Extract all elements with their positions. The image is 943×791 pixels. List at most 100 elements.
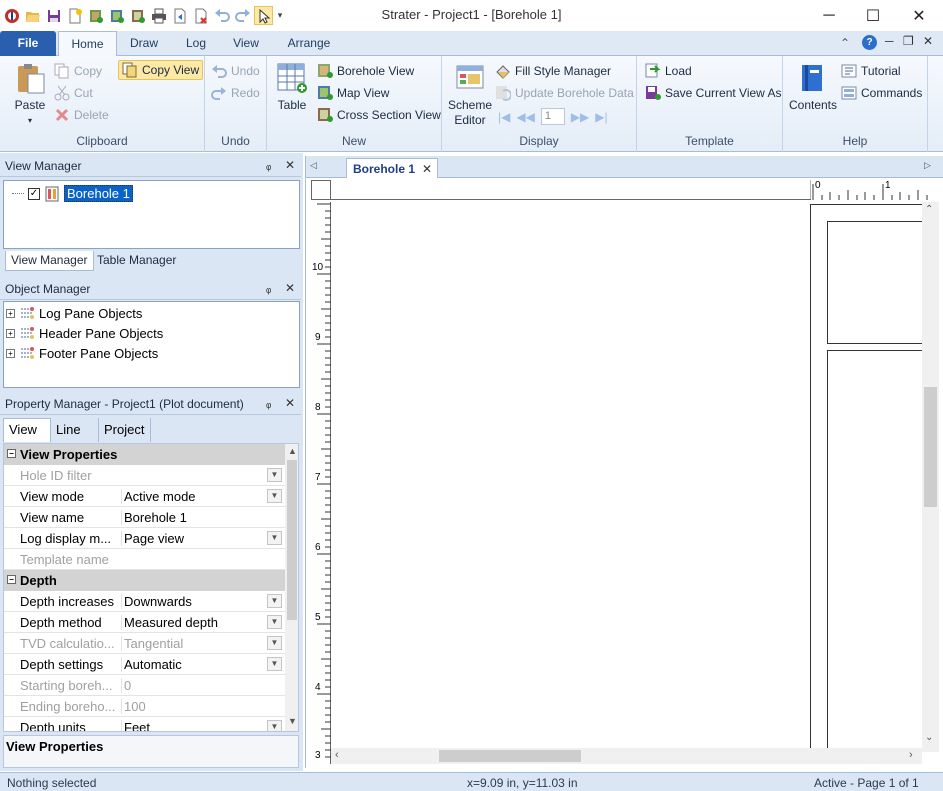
tab-file[interactable]: File: [0, 31, 56, 56]
tab-table-manager[interactable]: Table Manager: [92, 251, 181, 271]
vertical-scroll-thumb[interactable]: [924, 387, 937, 507]
copy-view-button[interactable]: Copy View: [118, 60, 204, 80]
minimize-button[interactable]: ─: [806, 0, 852, 31]
scroll-down-icon[interactable]: ▼: [288, 716, 297, 726]
prop-view-mode[interactable]: View mode Active mode ▼: [4, 486, 285, 507]
prop-log-display-mode[interactable]: Log display m... Page view ▼: [4, 528, 285, 549]
horizontal-scrollbar[interactable]: ‹ ›: [331, 748, 922, 764]
tab-home[interactable]: Home: [58, 31, 117, 57]
close-button[interactable]: ✕: [896, 0, 942, 31]
prop-value[interactable]: Active mode: [121, 489, 266, 504]
paste-button[interactable]: Paste ▾: [12, 62, 48, 128]
plot-canvas[interactable]: [331, 202, 922, 752]
tab-borehole-1[interactable]: Borehole 1 ✕: [346, 158, 438, 178]
maximize-button[interactable]: ☐: [850, 0, 896, 31]
scheme-editor-button[interactable]: Scheme Editor: [448, 62, 492, 128]
tab-view-properties[interactable]: View: [3, 418, 51, 442]
prop-value[interactable]: Feet: [121, 720, 266, 731]
section-depth[interactable]: − Depth: [4, 570, 285, 591]
tree-item-borehole-1[interactable]: ✓ Borehole 1: [12, 185, 133, 202]
delete-button[interactable]: Delete: [54, 107, 109, 123]
fill-style-manager-button[interactable]: Fill Style Manager: [495, 63, 611, 79]
tab-view[interactable]: View: [226, 31, 266, 56]
page-number-input[interactable]: 1: [540, 108, 565, 125]
tree-item-footer-pane[interactable]: + Footer Pane Objects: [6, 345, 158, 361]
pin-icon[interactable]: ᵩ: [266, 158, 271, 172]
prop-depth-settings[interactable]: Depth settings Automatic ▼: [4, 654, 285, 675]
prop-value[interactable]: Borehole 1: [121, 510, 266, 525]
scroll-down-icon[interactable]: ⌄: [925, 732, 933, 743]
horizontal-scroll-thumb[interactable]: [439, 750, 581, 762]
scroll-right-icon[interactable]: ›: [909, 749, 913, 761]
tab-scroll-right-icon[interactable]: ▷: [924, 160, 931, 171]
tab-log[interactable]: Log: [176, 31, 216, 56]
previous-page-icon[interactable]: ◀◀: [516, 110, 534, 124]
map-view-button[interactable]: Map View: [317, 85, 389, 101]
scroll-up-icon[interactable]: ▲: [288, 446, 297, 456]
collapse-icon[interactable]: −: [7, 449, 16, 458]
redo-button[interactable]: Redo: [211, 85, 260, 101]
dropdown-icon[interactable]: ▼: [267, 657, 282, 671]
prop-value[interactable]: Measured depth: [121, 615, 266, 630]
property-scroll-thumb[interactable]: [287, 460, 297, 620]
tab-project[interactable]: Project: [99, 418, 151, 442]
property-scrollbar[interactable]: ▲ ▼: [285, 444, 298, 731]
close-tab-icon[interactable]: ✕: [422, 162, 432, 176]
prop-value[interactable]: Page view: [121, 531, 266, 546]
tab-arrange[interactable]: Arrange: [280, 31, 338, 56]
mdi-close-icon[interactable]: ✕: [923, 34, 933, 48]
last-page-icon[interactable]: ▶|: [595, 110, 607, 124]
section-view-properties[interactable]: − View Properties: [4, 444, 285, 465]
log-pane-box[interactable]: [827, 350, 922, 752]
scroll-up-icon[interactable]: ⌃: [925, 204, 933, 215]
close-icon[interactable]: ✕: [285, 396, 295, 410]
close-icon[interactable]: ✕: [285, 158, 295, 172]
next-page-icon[interactable]: ▶▶: [571, 110, 589, 124]
dropdown-icon[interactable]: ▼: [267, 531, 282, 545]
checkbox-checked-icon[interactable]: ✓: [28, 187, 40, 200]
prop-view-name[interactable]: View name Borehole 1: [4, 507, 285, 528]
expand-icon[interactable]: +: [6, 328, 15, 338]
dropdown-icon[interactable]: ▼: [267, 720, 282, 731]
copy-button[interactable]: Copy: [54, 63, 102, 79]
first-page-icon[interactable]: |◀: [498, 110, 510, 124]
mdi-minimize-icon[interactable]: ─: [885, 34, 894, 48]
pin-icon[interactable]: ᵩ: [266, 396, 271, 410]
tree-item-log-pane[interactable]: + Log Pane Objects: [6, 305, 142, 321]
collapse-icon[interactable]: −: [7, 575, 16, 584]
commands-button[interactable]: Commands: [841, 85, 922, 101]
cut-button[interactable]: Cut: [54, 85, 93, 101]
mdi-restore-icon[interactable]: ❐: [903, 34, 914, 48]
expand-icon[interactable]: +: [6, 308, 15, 318]
dropdown-icon[interactable]: ▼: [267, 594, 282, 608]
vertical-scrollbar[interactable]: ⌃ ⌄: [922, 202, 939, 752]
prop-depth-method[interactable]: Depth method Measured depth ▼: [4, 612, 285, 633]
undo-button[interactable]: Undo: [211, 63, 260, 79]
dropdown-icon[interactable]: ▼: [267, 615, 282, 629]
tab-view-manager[interactable]: View Manager: [5, 251, 94, 271]
ribbon-collapse-icon[interactable]: ⌃: [840, 36, 850, 50]
cross-section-view-button[interactable]: Cross Section View: [317, 107, 441, 123]
table-button[interactable]: Table: [275, 62, 309, 113]
tab-scroll-left-icon[interactable]: ◁: [310, 160, 317, 171]
scroll-left-icon[interactable]: ‹: [335, 749, 339, 761]
prop-depth-increases[interactable]: Depth increases Downwards ▼: [4, 591, 285, 612]
tree-item-header-pane[interactable]: + Header Pane Objects: [6, 325, 163, 341]
expand-icon[interactable]: +: [6, 348, 15, 358]
tab-line[interactable]: Line: [51, 418, 99, 442]
help-icon[interactable]: ?: [862, 35, 877, 50]
prop-value[interactable]: Downwards: [121, 594, 266, 609]
paste-dropdown-icon[interactable]: ▾: [28, 113, 32, 128]
tab-draw[interactable]: Draw: [122, 31, 166, 56]
borehole-view-button[interactable]: Borehole View: [317, 63, 414, 79]
save-current-view-as-button[interactable]: Save Current View As: [645, 85, 782, 101]
prop-depth-units[interactable]: Depth units Feet ▼: [4, 717, 285, 731]
dropdown-icon[interactable]: ▼: [267, 489, 282, 503]
prop-value[interactable]: Automatic: [121, 657, 266, 672]
contents-button[interactable]: Contents: [787, 62, 839, 113]
update-borehole-data-button[interactable]: Update Borehole Data: [495, 85, 634, 101]
header-pane-box[interactable]: [827, 221, 922, 344]
close-icon[interactable]: ✕: [285, 281, 295, 295]
tutorial-button[interactable]: Tutorial: [841, 63, 901, 79]
pin-icon[interactable]: ᵩ: [266, 281, 271, 295]
